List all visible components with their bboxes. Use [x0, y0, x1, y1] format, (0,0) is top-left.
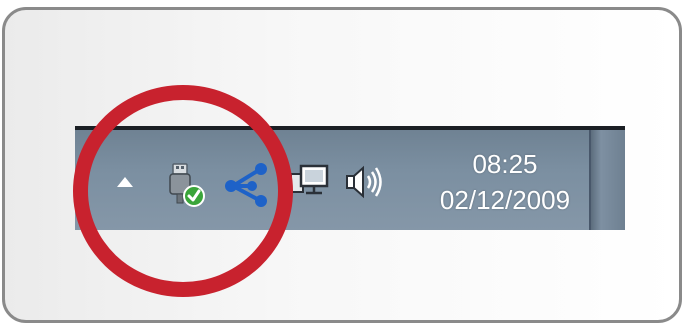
network-share-icon[interactable]: [221, 156, 273, 212]
up-arrow-icon: [117, 177, 133, 187]
clock-time: 08:25: [472, 149, 538, 179]
safely-remove-hardware-icon[interactable]: [161, 158, 209, 210]
taskbar: 08:25 02/12/2009: [75, 126, 625, 230]
show-desktop-button[interactable]: [589, 130, 625, 230]
network-computer-icon[interactable]: [287, 160, 333, 206]
show-hidden-icons-button[interactable]: [113, 172, 137, 192]
volume-speaker-icon[interactable]: [341, 160, 387, 206]
screenshot-frame: 08:25 02/12/2009: [2, 7, 682, 323]
clock-date: 02/12/2009: [439, 185, 571, 215]
taskbar-clock[interactable]: 08:25 02/12/2009: [415, 146, 595, 218]
